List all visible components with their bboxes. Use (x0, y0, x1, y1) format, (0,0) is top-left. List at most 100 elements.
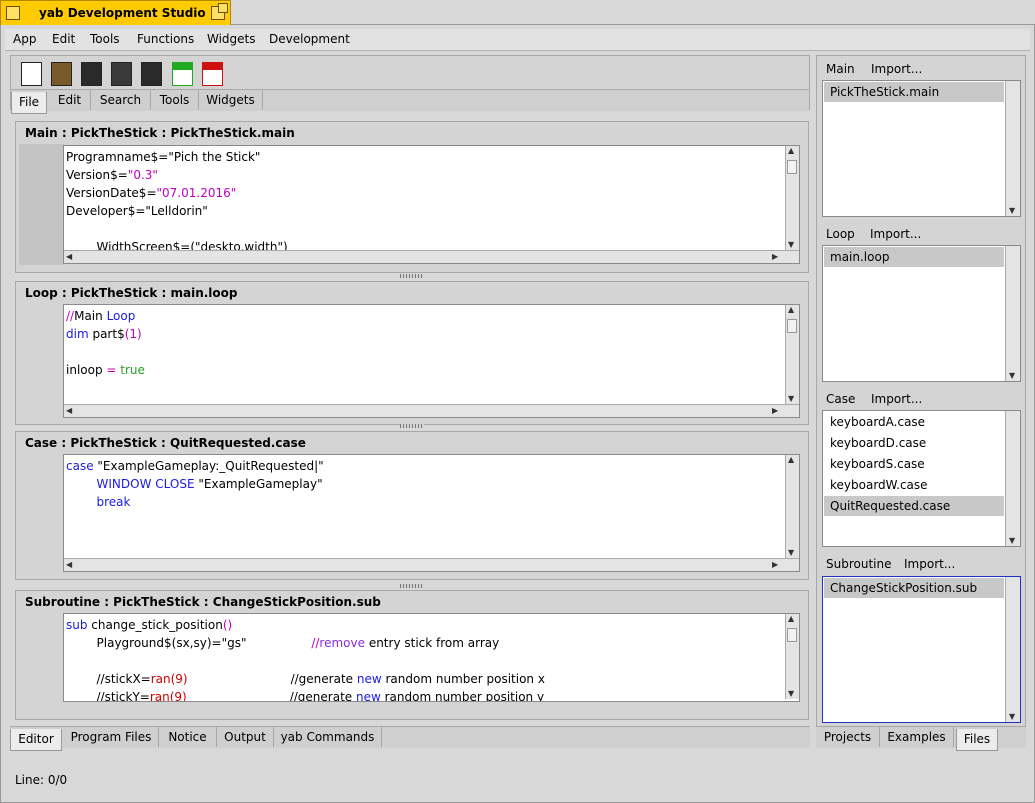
code-token: VersionDate$= (66, 186, 157, 200)
tab-search[interactable]: Search (91, 90, 151, 110)
tab-output[interactable]: Output (217, 727, 274, 747)
export-pdf-icon[interactable] (200, 60, 223, 86)
file-list-subroutine[interactable]: ChangeStickPosition.sub ▼ (822, 576, 1021, 723)
file-list-item[interactable]: keyboardW.case (824, 475, 1004, 495)
bottom-tabs: Editor Program Files Notice Output yab C… (10, 726, 810, 751)
tab-edit[interactable]: Edit (49, 90, 91, 110)
menu-edit[interactable]: Edit (52, 32, 75, 46)
window-title: yab Development Studio (39, 6, 206, 20)
code-token: (1) (124, 327, 142, 341)
save-all-icon[interactable] (139, 60, 162, 86)
save-as-icon[interactable] (109, 60, 132, 86)
file-list-case[interactable]: keyboardA.case keyboardD.case keyboardS.ca… (822, 410, 1021, 547)
vertical-scrollbar[interactable]: ▲ ▼ (785, 455, 799, 558)
window-title-tab[interactable]: yab Development Studio (0, 0, 231, 25)
group-label-case: Case (826, 392, 856, 406)
file-list-loop[interactable]: main.loop ▼ (822, 245, 1021, 382)
editor-section-case: Case : PickTheStick : QuitRequested.case… (15, 431, 809, 580)
file-list-item[interactable]: QuitRequested.case (824, 496, 1004, 516)
import-subroutine-button[interactable]: Import... (904, 557, 955, 571)
code-token: part$ (88, 327, 125, 341)
file-list-item[interactable]: keyboardS.case (824, 454, 1004, 474)
close-icon[interactable] (6, 6, 20, 20)
tab-widgets[interactable]: Widgets (199, 90, 263, 110)
code-token: entry stick from array (365, 636, 500, 650)
code-line: WINDOW CLOSE "ExampleGameplay" (66, 477, 323, 491)
code-token: "Lelldorin" (145, 204, 208, 218)
editor-section-subroutine: Subroutine : PickTheStick : ChangeStickP… (15, 590, 809, 720)
horizontal-scrollbar[interactable]: ◀ ▶ (64, 404, 799, 417)
code-token: "ExampleGameplay:_QuitRequested|" (97, 459, 324, 473)
toolbar-panel: File Edit Search Tools Widgets (10, 55, 810, 114)
menu-functions[interactable]: Functions (137, 32, 194, 46)
section-title: Loop : PickTheStick : main.loop (25, 286, 238, 300)
code-token: change_stick_position (91, 618, 223, 632)
zoom-icon[interactable] (211, 3, 228, 20)
code-line: dim part$(1) (66, 327, 142, 341)
code-token: Developer$= (66, 204, 146, 218)
file-list-main[interactable]: PickTheStick.main ▼ (822, 80, 1021, 217)
horizontal-scrollbar[interactable]: ◀ ▶ (64, 558, 799, 571)
section-splitter[interactable] (15, 583, 807, 589)
code-token: remove (319, 636, 365, 650)
file-list-item[interactable]: main.loop (824, 247, 1004, 267)
vertical-scrollbar[interactable]: ▲ ▼ (785, 146, 799, 250)
tab-editor[interactable]: Editor (10, 729, 62, 751)
code-token: //stickY= (66, 690, 150, 702)
code-editor[interactable]: //Main Loop dim part$(1) inloop = true ▲ ▼ … (63, 304, 800, 418)
code-token: ran(9) (150, 672, 188, 686)
group-label-loop: Loop (826, 227, 855, 241)
code-line: //stickX=ran(9) //generate new random nu… (66, 672, 545, 686)
menubar: App Edit Tools Functions Widgets Develop… (5, 29, 1030, 51)
import-main-button[interactable]: Import... (871, 62, 922, 76)
code-token: //generate (186, 690, 356, 702)
code-editor[interactable]: Programname$="Pich the Stick" Version$="0… (63, 145, 800, 264)
code-token: true (120, 363, 145, 377)
tab-tools[interactable]: Tools (151, 90, 199, 110)
tab-notice[interactable]: Notice (159, 727, 217, 747)
tab-yab-commands[interactable]: yab Commands (274, 727, 382, 747)
group-label-main: Main (826, 62, 855, 76)
file-list-item[interactable]: keyboardA.case (824, 412, 1004, 432)
file-list-item[interactable]: PickTheStick.main (824, 82, 1004, 102)
tab-program-files[interactable]: Program Files (64, 727, 159, 747)
code-token: Loop (106, 309, 136, 323)
menu-development[interactable]: Development (269, 32, 350, 46)
export-html-icon[interactable] (170, 60, 193, 86)
tab-file[interactable]: File (11, 92, 47, 114)
tab-examples[interactable]: Examples (880, 727, 954, 747)
code-token: sub (66, 618, 92, 632)
code-token: Main (74, 309, 107, 323)
code-editor[interactable]: sub change_stick_position() Playground$(… (63, 613, 800, 702)
import-case-button[interactable]: Import... (871, 392, 922, 406)
file-list-item[interactable]: keyboardD.case (824, 433, 1004, 453)
menu-app[interactable]: App (13, 32, 36, 46)
open-folder-icon[interactable] (49, 60, 72, 86)
save-icon[interactable] (79, 60, 102, 86)
editor-section-loop: Loop : PickTheStick : main.loop //Main L… (15, 281, 809, 425)
editor-section-main: Main : PickTheStick : PickTheStick.main … (15, 121, 809, 273)
menu-widgets[interactable]: Widgets (207, 32, 256, 46)
code-token: //stickX= (66, 672, 151, 686)
code-token: "07.01.2016" (156, 186, 237, 200)
vertical-scrollbar[interactable]: ▲ ▼ (785, 305, 799, 404)
new-file-icon[interactable] (19, 60, 42, 86)
section-splitter[interactable] (15, 273, 807, 279)
file-list-item[interactable]: ChangeStickPosition.sub (824, 578, 1004, 598)
toolbar-tabs: File Edit Search Tools Widgets (11, 89, 809, 114)
code-token: Playground$(sx,sy)="gs" (66, 636, 312, 650)
import-loop-button[interactable]: Import... (870, 227, 921, 241)
section-title: Main : PickTheStick : PickTheStick.main (25, 126, 295, 140)
code-editor[interactable]: case "ExampleGameplay:_QuitRequested|" W… (63, 454, 800, 572)
code-token: Programname$= (66, 150, 169, 164)
section-splitter[interactable] (15, 423, 807, 429)
code-token: //generate (187, 672, 357, 686)
horizontal-scrollbar[interactable]: ◀ ▶ (64, 250, 799, 263)
tab-files[interactable]: Files (956, 729, 998, 751)
vertical-scrollbar[interactable]: ▲ ▼ (785, 614, 799, 699)
code-token: random number position y (380, 690, 545, 702)
menu-tools[interactable]: Tools (90, 32, 120, 46)
tab-projects[interactable]: Projects (816, 727, 880, 747)
